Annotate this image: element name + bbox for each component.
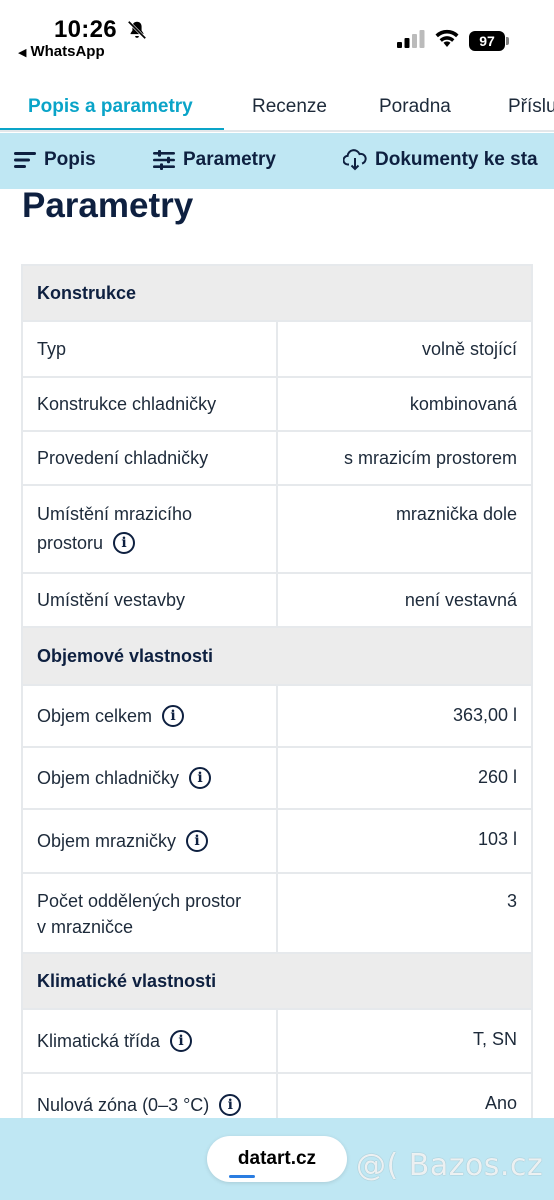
menu-lines-icon bbox=[14, 152, 36, 168]
table-row: Typ volně stojící bbox=[23, 322, 531, 378]
info-icon[interactable]: i bbox=[189, 767, 212, 789]
table-row: Objem mrazničky i 103 l bbox=[23, 810, 531, 874]
back-to-app[interactable]: ◀ WhatsApp bbox=[18, 43, 105, 60]
subnav-parametry-label: Parametry bbox=[183, 149, 276, 170]
cloud-download-icon bbox=[343, 149, 367, 171]
subnav-dokumenty[interactable]: Dokumenty ke sta bbox=[343, 149, 538, 171]
param-value: není vestavná bbox=[404, 590, 517, 610]
table-row: Umístění mrazicího prostoru i mraznička … bbox=[23, 486, 531, 574]
sliders-icon bbox=[153, 150, 175, 170]
param-name: Umístění mrazicího prostoru i bbox=[23, 486, 278, 572]
param-name-line1: Umístění mrazicího bbox=[37, 504, 193, 524]
section-subnav: Popis Parametry Dokumenty ke sta bbox=[0, 133, 554, 189]
param-name: Umístění vestavby bbox=[23, 574, 278, 626]
subnav-parametry[interactable]: Parametry bbox=[153, 149, 276, 171]
active-tab-underline bbox=[0, 128, 224, 130]
battery-tip bbox=[506, 37, 509, 45]
status-time: 10:26 bbox=[54, 16, 117, 43]
param-name: Typ bbox=[23, 322, 278, 376]
section-header: Objemové vlastnosti bbox=[23, 628, 531, 686]
watermark: @( Bazos.cz bbox=[356, 1148, 544, 1183]
param-name-text: Nulová zóna (0–3 °C) bbox=[37, 1095, 210, 1115]
param-value: mraznička dole bbox=[395, 504, 517, 524]
param-value: 103 l bbox=[477, 829, 517, 849]
browser-bottom-bar: datart.cz @( Bazos.cz bbox=[0, 1118, 554, 1200]
param-name: Počet oddělených prostor v mrazničce bbox=[23, 874, 278, 952]
table-row: Konstrukce chladničky kombinovaná bbox=[23, 378, 531, 432]
section-header: Klimatické vlastnosti bbox=[23, 954, 531, 1010]
info-icon[interactable]: i bbox=[113, 532, 136, 554]
back-app-label: WhatsApp bbox=[30, 43, 105, 60]
url-bar[interactable]: datart.cz bbox=[207, 1136, 347, 1182]
param-name: Objem chladničky i bbox=[23, 748, 278, 808]
param-value: s mrazicím prostorem bbox=[343, 448, 517, 468]
param-value: 363,00 l bbox=[452, 705, 517, 725]
tab-poradna[interactable]: Poradna bbox=[379, 96, 451, 118]
tab-popis-a-parametry[interactable]: Popis a parametry bbox=[28, 96, 193, 118]
param-name-line1: Počet oddělených prostor bbox=[37, 891, 242, 911]
param-value: 3 bbox=[506, 891, 517, 911]
table-row: Objem celkem i 363,00 l bbox=[23, 686, 531, 748]
status-bar: 10:26 ◀ WhatsApp 97 bbox=[0, 0, 554, 70]
param-name-text: Objem chladničky bbox=[37, 768, 180, 788]
table-row: Počet oddělených prostor v mrazničce 3 bbox=[23, 874, 531, 954]
param-value: volně stojící bbox=[421, 339, 517, 359]
param-name: Klimatická třída i bbox=[23, 1010, 278, 1072]
subnav-popis-label: Popis bbox=[44, 149, 96, 170]
battery-indicator: 97 bbox=[469, 31, 505, 51]
bell-muted-icon bbox=[127, 20, 147, 40]
subnav-dokumenty-label: Dokumenty ke sta bbox=[375, 149, 538, 170]
subnav-popis[interactable]: Popis bbox=[14, 149, 96, 171]
param-value: 260 l bbox=[477, 767, 517, 787]
section-header: Konstrukce bbox=[23, 266, 531, 322]
parameters-table: Konstrukce Typ volně stojící Konstrukce … bbox=[21, 264, 533, 1138]
tab-prislusenstvi[interactable]: Příslu bbox=[508, 96, 554, 118]
loading-progress bbox=[229, 1175, 255, 1178]
param-name: Objem celkem i bbox=[23, 686, 278, 746]
page-title: Parametry bbox=[22, 186, 194, 225]
back-triangle-icon: ◀ bbox=[18, 47, 27, 59]
table-row: Provedení chladničky s mrazicím prostore… bbox=[23, 432, 531, 486]
info-icon[interactable]: i bbox=[186, 830, 209, 852]
cellular-signal-icon bbox=[397, 30, 425, 48]
param-name: Objem mrazničky i bbox=[23, 810, 278, 872]
info-icon[interactable]: i bbox=[162, 705, 185, 727]
param-name: Konstrukce chladničky bbox=[23, 378, 278, 430]
param-name-text: Objem mrazničky bbox=[37, 831, 177, 851]
param-name-text: Objem celkem bbox=[37, 706, 153, 726]
param-name-text: Klimatická třída bbox=[37, 1031, 161, 1051]
table-row: Umístění vestavby není vestavná bbox=[23, 574, 531, 628]
param-value: T, SN bbox=[472, 1029, 517, 1049]
info-icon[interactable]: i bbox=[170, 1030, 193, 1052]
param-name: Provedení chladničky bbox=[23, 432, 278, 484]
param-name-line2: v mrazničce bbox=[37, 917, 134, 937]
table-row: Klimatická třída i T, SN bbox=[23, 1010, 531, 1074]
param-value: kombinovaná bbox=[409, 394, 517, 414]
tab-recenze[interactable]: Recenze bbox=[252, 96, 327, 118]
product-tabs: Popis a parametry Recenze Poradna Příslu bbox=[0, 86, 554, 132]
wifi-icon bbox=[435, 29, 459, 47]
info-icon[interactable]: i bbox=[219, 1094, 242, 1116]
param-name-line2: prostoru bbox=[37, 533, 104, 553]
table-row: Objem chladničky i 260 l bbox=[23, 748, 531, 810]
